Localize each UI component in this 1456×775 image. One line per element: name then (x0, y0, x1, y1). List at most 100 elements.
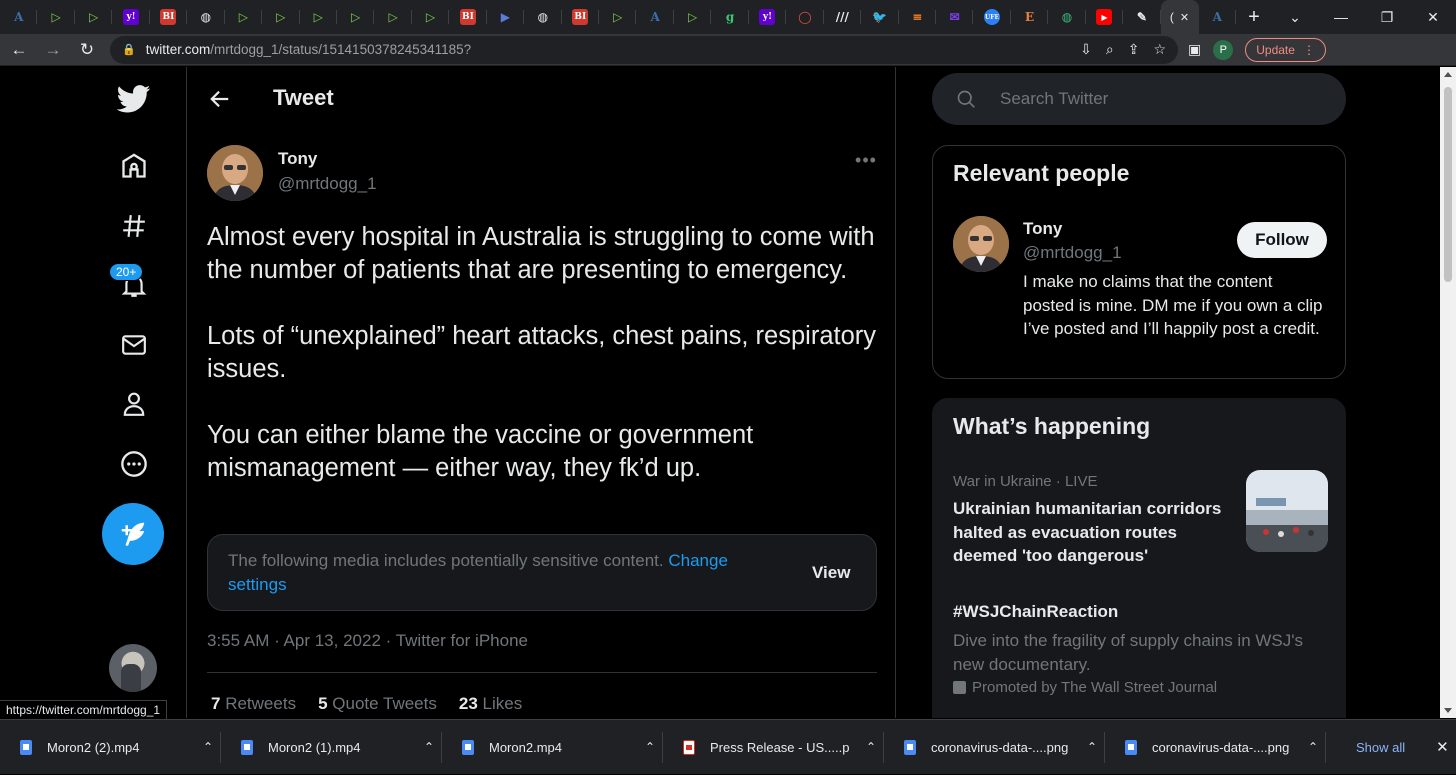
browser-tab[interactable]: ▷ (374, 0, 413, 34)
more-options-circle-icon[interactable] (115, 445, 153, 483)
twitter-favicon-icon: 🐦 (872, 10, 888, 24)
author-handle[interactable]: @mrtdogg_1 (278, 174, 377, 194)
chevron-up-icon[interactable]: ⌃ (1087, 740, 1097, 754)
download-item[interactable]: Press Release - US.....pdf ⌃ (663, 720, 884, 775)
author-name[interactable]: Tony (278, 149, 317, 169)
address-bar[interactable]: 🔒 twitter.com/mrtdogg_1/status/151415037… (110, 35, 1178, 64)
author-avatar[interactable] (207, 145, 263, 201)
zoom-icon[interactable]: ⌕ (1106, 41, 1114, 58)
browser-tab[interactable]: ▷ (262, 0, 300, 34)
browser-tab[interactable]: g (711, 0, 750, 34)
browser-tab[interactable]: ▷ (225, 0, 263, 34)
close-downloads-icon[interactable]: ✕ (1436, 738, 1449, 756)
browser-tab[interactable]: E (1011, 0, 1049, 34)
browser-tab[interactable]: ◍ (524, 0, 563, 34)
page-scrollbar[interactable] (1440, 67, 1456, 718)
forward-button[interactable]: → (38, 35, 68, 65)
browser-tab[interactable]: A (0, 0, 38, 34)
browser-tab[interactable]: ▶ (1086, 0, 1124, 34)
chevron-up-icon[interactable]: ⌃ (1308, 740, 1318, 754)
restore-icon[interactable]: ❐ (1364, 9, 1410, 26)
view-sensitive-button[interactable]: View (812, 563, 850, 583)
back-button[interactable]: ← (4, 35, 34, 65)
chevron-up-icon[interactable]: ⌃ (645, 740, 655, 754)
active-tab-label: ( (1169, 10, 1174, 24)
relevant-person-name[interactable]: Tony (1023, 219, 1062, 239)
show-all-downloads-button[interactable]: Show all (1341, 735, 1420, 760)
search-input[interactable]: Search Twitter (932, 73, 1346, 125)
compose-tweet-button[interactable] (102, 503, 164, 565)
trend-title[interactable]: Ukrainian humanitarian corridors halted … (953, 497, 1243, 568)
browser-tab[interactable]: ▶ (487, 0, 525, 34)
browser-tab[interactable]: /// (824, 0, 862, 34)
tweet-timestamp[interactable]: 3:55 AM · Apr 13, 2022 · Twitter for iPh… (207, 631, 528, 651)
retweets-stat[interactable]: 7 Retweets (211, 694, 296, 714)
browser-tab[interactable]: ▷ (37, 0, 76, 34)
sidepanel-icon[interactable]: ▣ (1188, 41, 1201, 58)
relevant-person-handle[interactable]: @mrtdogg_1 (1023, 243, 1122, 263)
scroll-down-arrow-icon[interactable] (1444, 708, 1452, 713)
browser-tab[interactable]: ✉ (936, 0, 974, 34)
scroll-up-arrow-icon[interactable] (1444, 72, 1452, 77)
browser-tab[interactable]: ▷ (674, 0, 712, 34)
back-arrow-icon[interactable] (205, 84, 235, 114)
more-dots-icon[interactable]: ••• (853, 147, 879, 173)
chevron-up-icon[interactable]: ⌃ (203, 740, 213, 754)
browser-tab[interactable]: ◍ (187, 0, 226, 34)
likes-stat[interactable]: 23 Likes (459, 694, 522, 714)
reload-button[interactable]: ↻ (72, 35, 102, 65)
messages-envelope-icon[interactable] (115, 326, 153, 364)
update-button[interactable]: Update ⋮ (1245, 37, 1326, 62)
twitter-logo-icon[interactable] (115, 80, 153, 118)
browser-tab[interactable]: ✎ (1123, 0, 1162, 34)
download-item[interactable]: Moron2 (2).mp4 ⌃ (0, 720, 221, 775)
download-item[interactable]: Moron2 (1).mp4 ⌃ (221, 720, 442, 775)
browser-tab[interactable]: ▷ (300, 0, 338, 34)
browser-tab[interactable]: ▷ (412, 0, 450, 34)
active-tab[interactable]: (✕ (1160, 0, 1199, 34)
follow-button[interactable]: Follow (1237, 222, 1327, 258)
scrollbar-thumb[interactable] (1444, 87, 1452, 282)
install-icon[interactable]: ⇩ (1080, 41, 1092, 58)
close-window-icon[interactable]: ✕ (1410, 9, 1456, 26)
bi-favicon-icon: BI (160, 9, 177, 25)
account-avatar[interactable] (109, 644, 157, 692)
browser-tab[interactable]: ◯ (786, 0, 825, 34)
download-item[interactable]: Moron2.mp4 ⌃ (442, 720, 663, 775)
explore-hashtag-icon[interactable] (115, 207, 153, 245)
browser-tab[interactable]: BI (562, 0, 600, 34)
browser-tab[interactable]: 🐦 (861, 0, 899, 34)
bookmark-star-icon[interactable]: ☆ (1153, 41, 1166, 58)
relevant-person-avatar[interactable] (953, 216, 1009, 272)
tab-search-chevron-icon[interactable]: ⌄ (1272, 9, 1318, 26)
browser-tab[interactable]: ▷ (599, 0, 637, 34)
ufe-favicon-icon: UFE (984, 9, 1001, 25)
browser-tab[interactable]: ▷ (337, 0, 375, 34)
close-tab-icon[interactable]: ✕ (1180, 11, 1189, 24)
browser-tab[interactable]: UFE (973, 0, 1012, 34)
home-icon[interactable] (115, 147, 153, 185)
download-item[interactable]: coronavirus-data-....png ⌃ (1105, 720, 1326, 775)
browser-tab[interactable]: ◍ (1048, 0, 1087, 34)
browser-tab[interactable]: ≡ (899, 0, 937, 34)
browser-tab[interactable]: A (1199, 0, 1237, 34)
browser-tab[interactable]: A (636, 0, 675, 34)
share-icon[interactable]: ⇪ (1128, 41, 1140, 58)
profile-person-icon[interactable] (115, 385, 153, 423)
new-tab-button[interactable]: + (1236, 0, 1272, 34)
browser-tab[interactable]: y! (112, 0, 151, 34)
trend-thumbnail[interactable] (1246, 470, 1328, 552)
trend-hashtag[interactable]: #WSJChainReaction (953, 602, 1118, 622)
browser-tab[interactable]: BI (150, 0, 188, 34)
browser-tab[interactable]: ▷ (75, 0, 113, 34)
minimize-icon[interactable]: — (1318, 9, 1364, 25)
tweet-stats: 7 Retweets 5 Quote Tweets 23 Likes (211, 694, 522, 714)
profile-avatar[interactable]: P (1213, 39, 1234, 60)
chevron-up-icon[interactable]: ⌃ (866, 740, 876, 754)
download-item[interactable]: coronavirus-data-....png ⌃ (884, 720, 1105, 775)
chevron-up-icon[interactable]: ⌃ (424, 740, 434, 754)
browser-tab[interactable]: BI (449, 0, 488, 34)
browser-tab[interactable]: y! (749, 0, 787, 34)
quote-tweets-stat[interactable]: 5 Quote Tweets (318, 694, 437, 714)
download-filename: Moron2 (2).mp4 (47, 739, 140, 755)
